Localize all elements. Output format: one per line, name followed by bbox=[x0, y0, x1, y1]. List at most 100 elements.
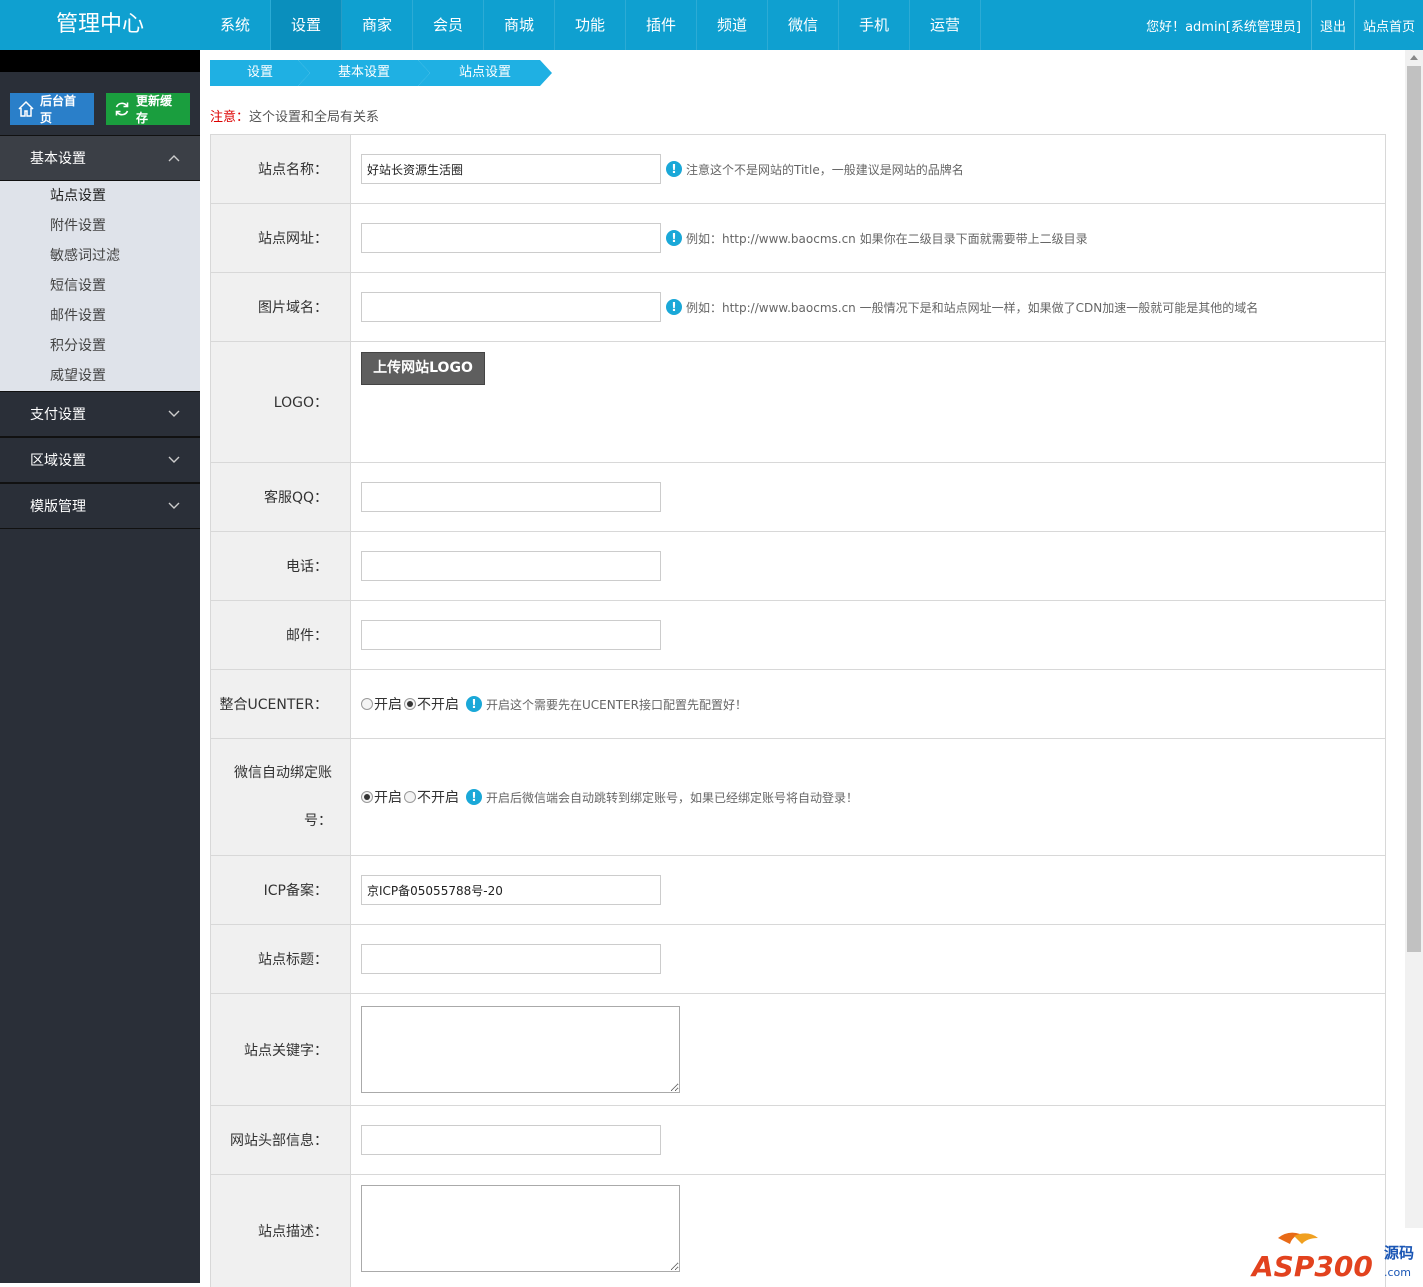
radio-label: 开启 bbox=[374, 790, 402, 806]
tab-members[interactable]: 会员 bbox=[413, 0, 484, 50]
tab-operations[interactable]: 运营 bbox=[910, 0, 981, 50]
tip-text: 开启这个需要先在UCENTER接口配置先配置好！ bbox=[486, 697, 747, 712]
field-label: 客服QQ： bbox=[211, 463, 351, 531]
qq-input[interactable] bbox=[361, 482, 661, 512]
form-row-email: 邮件： bbox=[211, 601, 1385, 670]
sidebar-item-sms-settings[interactable]: 短信设置 bbox=[0, 271, 200, 301]
tab-mall[interactable]: 商城 bbox=[484, 0, 555, 50]
email-input[interactable] bbox=[361, 620, 661, 650]
breadcrumb-settings[interactable]: 设置 bbox=[210, 60, 310, 86]
tab-functions[interactable]: 功能 bbox=[555, 0, 626, 50]
sidebar-item-points-settings[interactable]: 积分设置 bbox=[0, 331, 200, 361]
image-domain-input[interactable] bbox=[361, 292, 661, 322]
site-name-input[interactable] bbox=[361, 154, 661, 184]
form-row-site-name: 站点名称： ! 注意这个不是网站的Title，一般建议是网站的品牌名 bbox=[211, 135, 1385, 204]
head-info-input[interactable] bbox=[361, 1125, 661, 1155]
scroll-up-arrow-icon[interactable] bbox=[1410, 55, 1418, 60]
tab-system[interactable]: 系统 bbox=[200, 0, 271, 50]
sidebar-section-header-basic[interactable]: 基本设置 bbox=[0, 136, 200, 181]
top-header: 管理中心 系统 设置 商家 会员 商城 功能 插件 频道 微信 手机 运营 您好… bbox=[0, 0, 1423, 50]
main-content: 设置 基本设置 站点设置 注意：这个设置和全局有关系 站点名称： ! 注意这个不是… bbox=[210, 50, 1386, 1287]
info-icon: ! bbox=[466, 696, 482, 712]
info-icon: ! bbox=[666, 161, 682, 177]
description-textarea[interactable] bbox=[361, 1185, 680, 1272]
sidebar: 后台首页 更新缓存 基本设置 站点设置 附件设置 敏感词过滤 短信设置 邮件设置… bbox=[0, 50, 200, 1283]
info-icon: ! bbox=[666, 299, 682, 315]
form-row-qq: 客服QQ： bbox=[211, 463, 1385, 532]
wechat-bind-off-radio[interactable]: 不开启 bbox=[404, 787, 459, 807]
sidebar-item-attachment-settings[interactable]: 附件设置 bbox=[0, 211, 200, 241]
tab-mobile[interactable]: 手机 bbox=[839, 0, 910, 50]
sidebar-section-basic: 基本设置 站点设置 附件设置 敏感词过滤 短信设置 邮件设置 积分设置 威望设置 bbox=[0, 135, 200, 391]
form-row-phone: 电话： bbox=[211, 532, 1385, 601]
radio-label: 开启 bbox=[374, 697, 402, 713]
tip-text: 例如：http://www.baocms.cn 一般情况下是和站点网址一样，如果… bbox=[686, 300, 1259, 315]
sidebar-section-label: 基本设置 bbox=[30, 151, 86, 167]
chevron-down-icon bbox=[168, 456, 180, 463]
form-row-head-info: 网站头部信息： bbox=[211, 1106, 1385, 1175]
field-label: 站点描述： bbox=[211, 1175, 351, 1287]
field-label: 微信自动绑定账号： bbox=[211, 739, 351, 855]
tab-settings[interactable]: 设置 bbox=[271, 0, 342, 50]
field-label: 整合UCENTER： bbox=[211, 670, 351, 738]
wechat-bind-on-radio[interactable]: 开启 bbox=[361, 787, 402, 807]
site-home-link[interactable]: 站点首页 bbox=[1355, 16, 1423, 35]
sidebar-submenu-basic: 站点设置 附件设置 敏感词过滤 短信设置 邮件设置 积分设置 威望设置 bbox=[0, 181, 200, 391]
field-label: 图片域名： bbox=[211, 273, 351, 341]
breadcrumb-basic-settings[interactable]: 基本设置 bbox=[298, 60, 430, 86]
sidebar-item-sensitive-words[interactable]: 敏感词过滤 bbox=[0, 241, 200, 271]
sidebar-section-header-region[interactable]: 区域设置 bbox=[0, 438, 200, 483]
radio-circle bbox=[361, 698, 373, 710]
form-row-description: 站点描述： bbox=[211, 1175, 1385, 1287]
field-label-line1: 微信自动绑定账 bbox=[234, 765, 332, 781]
page-scrollbar[interactable] bbox=[1405, 50, 1423, 1228]
field-label: 网站头部信息： bbox=[211, 1106, 351, 1174]
field-tip: ! 注意这个不是网站的Title，一般建议是网站的品牌名 bbox=[666, 161, 964, 178]
sidebar-section-region: 区域设置 bbox=[0, 437, 200, 483]
info-icon: ! bbox=[666, 230, 682, 246]
logout-link[interactable]: 退出 bbox=[1312, 16, 1354, 35]
phone-input[interactable] bbox=[361, 551, 661, 581]
tab-plugins[interactable]: 插件 bbox=[626, 0, 697, 50]
sidebar-section-header-templates[interactable]: 模版管理 bbox=[0, 484, 200, 529]
tab-wechat[interactable]: 微信 bbox=[768, 0, 839, 50]
sidebar-item-site-settings[interactable]: 站点设置 bbox=[0, 181, 200, 211]
ucenter-off-radio[interactable]: 不开启 bbox=[404, 694, 459, 714]
refresh-cache-button[interactable]: 更新缓存 bbox=[106, 93, 190, 125]
field-tip: ! 例如：http://www.baocms.cn 如果你在二级目录下面就需要带上… bbox=[666, 230, 1088, 247]
sidebar-item-mail-settings[interactable]: 邮件设置 bbox=[0, 301, 200, 331]
field-label: 电话： bbox=[211, 532, 351, 600]
upload-logo-button[interactable]: 上传网站LOGO bbox=[361, 352, 485, 385]
tip-text: 注意这个不是网站的Title，一般建议是网站的品牌名 bbox=[686, 162, 964, 177]
info-icon: ! bbox=[466, 789, 482, 805]
icp-input[interactable] bbox=[361, 875, 661, 905]
sidebar-section-templates: 模版管理 bbox=[0, 483, 200, 529]
notice-prefix: 注意： bbox=[210, 110, 250, 125]
sidebar-section-header-payment[interactable]: 支付设置 bbox=[0, 392, 200, 437]
scrollbar-thumb[interactable] bbox=[1407, 66, 1421, 952]
field-label: 站点标题： bbox=[211, 925, 351, 993]
field-label-line2: 号： bbox=[304, 813, 332, 829]
form-row-site-url: 站点网址： ! 例如：http://www.baocms.cn 如果你在二级目录下… bbox=[211, 204, 1385, 273]
keywords-textarea[interactable] bbox=[361, 1006, 680, 1093]
app-title: 管理中心 bbox=[55, 12, 144, 37]
form-row-ucenter: 整合UCENTER： 开启 不开启 ! 开启这个需要先在UCENTER接口配置先配… bbox=[211, 670, 1385, 739]
form-row-keywords: 站点关键字： bbox=[211, 994, 1385, 1106]
asp300-watermark-logo: ASP300 源码 .com bbox=[1250, 1232, 1414, 1283]
dashboard-home-label: 后台首页 bbox=[40, 94, 77, 125]
radio-circle bbox=[404, 698, 416, 710]
tab-merchants[interactable]: 商家 bbox=[342, 0, 413, 50]
sidebar-item-prestige-settings[interactable]: 威望设置 bbox=[0, 361, 200, 391]
form-row-wechat-bind: 微信自动绑定账 号： 开启 不开启 ! 开启后微信端会自动跳转到绑定账号，如果已经绑… bbox=[211, 739, 1385, 856]
site-title-input[interactable] bbox=[361, 944, 661, 974]
ucenter-on-radio[interactable]: 开启 bbox=[361, 694, 402, 714]
breadcrumb-site-settings[interactable]: 站点设置 bbox=[418, 60, 552, 86]
sidebar-section-label: 支付设置 bbox=[30, 407, 86, 423]
field-label: 邮件： bbox=[211, 601, 351, 669]
sidebar-quick-buttons: 后台首页 更新缓存 bbox=[0, 72, 200, 135]
chevron-up-icon bbox=[168, 155, 180, 162]
radio-label: 不开启 bbox=[417, 790, 459, 806]
site-url-input[interactable] bbox=[361, 223, 661, 253]
tab-channels[interactable]: 频道 bbox=[697, 0, 768, 50]
dashboard-home-button[interactable]: 后台首页 bbox=[10, 93, 94, 125]
